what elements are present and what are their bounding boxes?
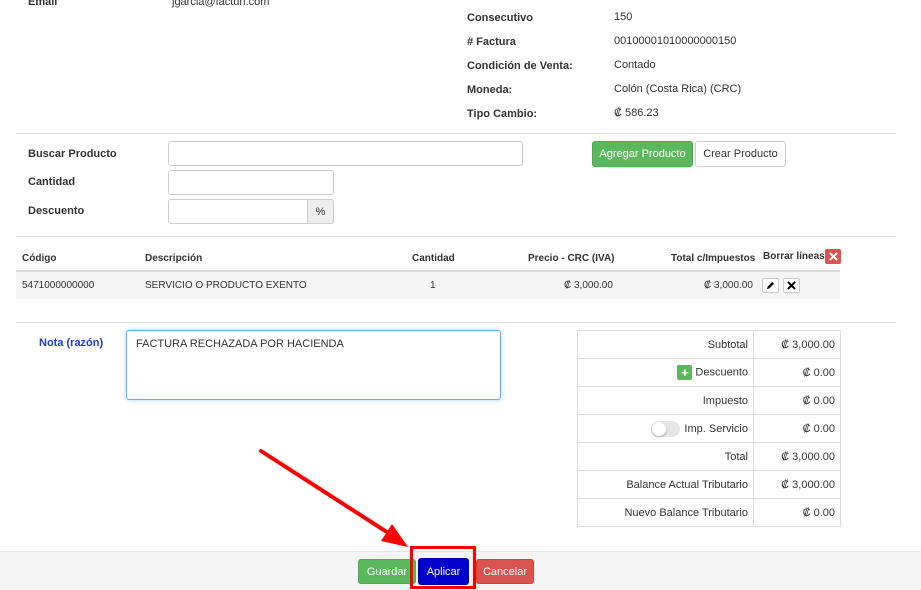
arrow-annotation-icon (259, 449, 408, 547)
